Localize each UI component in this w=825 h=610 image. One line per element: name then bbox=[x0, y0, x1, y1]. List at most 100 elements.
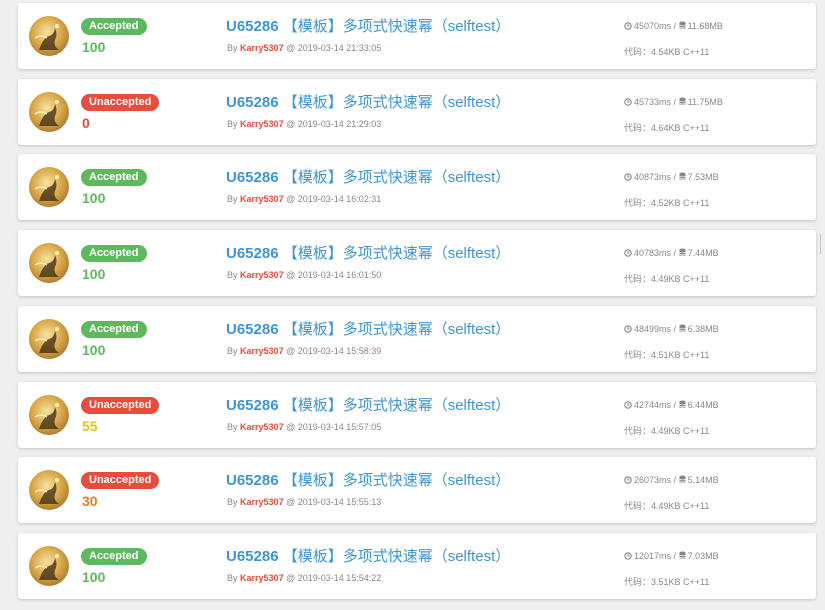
user-link[interactable]: Karry5307 bbox=[240, 43, 284, 53]
user-link[interactable]: Karry5307 bbox=[240, 119, 284, 129]
submission-card[interactable]: Accepted 100 U65286 【模板】多项式快速幂（selftest）… bbox=[18, 154, 816, 220]
submit-time: @ 2019-03-14 15:57:05 bbox=[286, 422, 382, 432]
database-icon bbox=[678, 324, 686, 335]
run-stats: 45070ms / 11.68MB bbox=[624, 21, 723, 32]
user-link[interactable]: Karry5307 bbox=[240, 346, 284, 356]
problem-id: U65286 bbox=[226, 548, 279, 565]
memory-value: 11.75MB bbox=[687, 97, 723, 107]
run-stats: 42744ms / 6.44MB bbox=[624, 400, 719, 411]
user-avatar[interactable] bbox=[29, 470, 69, 510]
code-label: 代码： bbox=[624, 123, 652, 133]
code-size-lang: 3.51KB C++11 bbox=[651, 577, 710, 587]
run-stats: 26073ms / 5.14MB bbox=[624, 475, 719, 486]
by-label: By bbox=[227, 422, 238, 432]
problem-name: 【模板】多项式快速幂（selftest） bbox=[282, 397, 511, 414]
problem-id: U65286 bbox=[226, 321, 279, 338]
user-avatar[interactable] bbox=[29, 92, 69, 132]
problem-name: 【模板】多项式快速幂（selftest） bbox=[282, 548, 511, 565]
problem-id: U65286 bbox=[226, 169, 279, 186]
by-label: By bbox=[227, 43, 238, 53]
user-avatar[interactable] bbox=[29, 167, 69, 207]
memory-value: 5.14MB bbox=[687, 475, 719, 485]
submission-meta: By Karry5307 @ 2019-03-14 15:55:13 bbox=[227, 497, 381, 507]
database-icon bbox=[678, 172, 686, 183]
score-value: 0 bbox=[82, 115, 90, 131]
user-avatar[interactable] bbox=[29, 395, 69, 435]
problem-id: U65286 bbox=[226, 472, 279, 489]
code-label: 代码： bbox=[624, 47, 652, 57]
code-stats: 代码：4.64KB C++11 bbox=[624, 121, 709, 134]
status-badge: Unaccepted bbox=[81, 397, 160, 414]
submit-time: @ 2019-03-14 16:01:50 bbox=[286, 270, 382, 280]
by-label: By bbox=[227, 270, 238, 280]
problem-name: 【模板】多项式快速幂（selftest） bbox=[282, 245, 511, 262]
problem-name: 【模板】多项式快速幂（selftest） bbox=[282, 94, 511, 111]
problem-id: U65286 bbox=[226, 245, 279, 262]
problem-title-link[interactable]: U65286 【模板】多项式快速幂（selftest） bbox=[226, 91, 510, 112]
user-avatar[interactable] bbox=[29, 546, 69, 586]
submission-card[interactable]: Unaccepted 30 U65286 【模板】多项式快速幂（selftest… bbox=[18, 457, 816, 523]
submit-time: @ 2019-03-14 21:29:03 bbox=[286, 119, 382, 129]
code-stats: 代码：4.49KB C++11 bbox=[624, 424, 709, 437]
submit-time: @ 2019-03-14 15:54:22 bbox=[286, 573, 382, 583]
status-badge: Unaccepted bbox=[81, 472, 160, 489]
submission-card[interactable]: Unaccepted 0 U65286 【模板】多项式快速幂（selftest）… bbox=[18, 79, 816, 145]
code-size-lang: 4.49KB C++11 bbox=[651, 426, 710, 436]
submission-card[interactable]: Unaccepted 55 U65286 【模板】多项式快速幂（selftest… bbox=[18, 382, 816, 448]
user-link[interactable]: Karry5307 bbox=[240, 422, 284, 432]
problem-title-link[interactable]: U65286 【模板】多项式快速幂（selftest） bbox=[226, 394, 510, 415]
scrollbar-edge[interactable] bbox=[820, 234, 825, 254]
submit-time: @ 2019-03-14 16:02:31 bbox=[286, 194, 382, 204]
score-value: 55 bbox=[82, 418, 98, 434]
submission-meta: By Karry5307 @ 2019-03-14 16:01:50 bbox=[227, 270, 381, 280]
code-stats: 代码：4.49KB C++11 bbox=[624, 499, 709, 512]
problem-title-link[interactable]: U65286 【模板】多项式快速幂（selftest） bbox=[226, 15, 510, 36]
score-value: 100 bbox=[82, 569, 106, 585]
submission-meta: By Karry5307 @ 2019-03-14 21:29:03 bbox=[227, 119, 381, 129]
problem-name: 【模板】多项式快速幂（selftest） bbox=[282, 321, 511, 338]
submit-time: @ 2019-03-14 15:58:39 bbox=[286, 346, 382, 356]
status-badge: Accepted bbox=[81, 245, 147, 262]
problem-title-link[interactable]: U65286 【模板】多项式快速幂（selftest） bbox=[226, 545, 510, 566]
user-link[interactable]: Karry5307 bbox=[240, 497, 284, 507]
submission-card[interactable]: Accepted 100 U65286 【模板】多项式快速幂（selftest）… bbox=[18, 3, 816, 69]
code-size-lang: 4.51KB C++11 bbox=[651, 350, 710, 360]
run-stats: 45733ms / 11.75MB bbox=[624, 97, 723, 108]
runtime-value: 40783ms bbox=[634, 248, 672, 258]
clock-icon bbox=[624, 22, 632, 32]
score-value: 100 bbox=[82, 190, 106, 206]
database-icon bbox=[678, 551, 686, 562]
submission-card[interactable]: Accepted 100 U65286 【模板】多项式快速幂（selftest）… bbox=[18, 533, 816, 599]
problem-title-link[interactable]: U65286 【模板】多项式快速幂（selftest） bbox=[226, 166, 510, 187]
code-label: 代码： bbox=[624, 577, 652, 587]
submit-time: @ 2019-03-14 21:33:05 bbox=[286, 43, 382, 53]
submission-meta: By Karry5307 @ 2019-03-14 16:02:31 bbox=[227, 194, 381, 204]
user-avatar[interactable] bbox=[29, 16, 69, 56]
submission-meta: By Karry5307 @ 2019-03-14 15:57:05 bbox=[227, 422, 381, 432]
runtime-value: 40873ms bbox=[634, 172, 672, 182]
runtime-value: 26073ms bbox=[634, 475, 672, 485]
code-label: 代码： bbox=[624, 274, 652, 284]
status-badge: Accepted bbox=[81, 18, 147, 35]
submission-meta: By Karry5307 @ 2019-03-14 21:33:05 bbox=[227, 43, 381, 53]
clock-icon bbox=[624, 249, 632, 259]
submission-card[interactable]: Accepted 100 U65286 【模板】多项式快速幂（selftest）… bbox=[18, 306, 816, 372]
status-badge: Accepted bbox=[81, 548, 147, 565]
user-link[interactable]: Karry5307 bbox=[240, 194, 284, 204]
run-stats: 48499ms / 6.38MB bbox=[624, 324, 719, 335]
clock-icon bbox=[624, 173, 632, 183]
runtime-value: 48499ms bbox=[634, 324, 672, 334]
problem-name: 【模板】多项式快速幂（selftest） bbox=[282, 18, 511, 35]
memory-value: 6.38MB bbox=[687, 324, 719, 334]
user-avatar[interactable] bbox=[29, 319, 69, 359]
problem-id: U65286 bbox=[226, 18, 279, 35]
user-avatar[interactable] bbox=[29, 243, 69, 283]
problem-title-link[interactable]: U65286 【模板】多项式快速幂（selftest） bbox=[226, 469, 510, 490]
clock-icon bbox=[624, 325, 632, 335]
problem-title-link[interactable]: U65286 【模板】多项式快速幂（selftest） bbox=[226, 318, 510, 339]
user-link[interactable]: Karry5307 bbox=[240, 573, 284, 583]
user-link[interactable]: Karry5307 bbox=[240, 270, 284, 280]
submission-card[interactable]: Accepted 100 U65286 【模板】多项式快速幂（selftest）… bbox=[18, 230, 816, 296]
memory-value: 7.03MB bbox=[687, 551, 719, 561]
problem-title-link[interactable]: U65286 【模板】多项式快速幂（selftest） bbox=[226, 242, 510, 263]
